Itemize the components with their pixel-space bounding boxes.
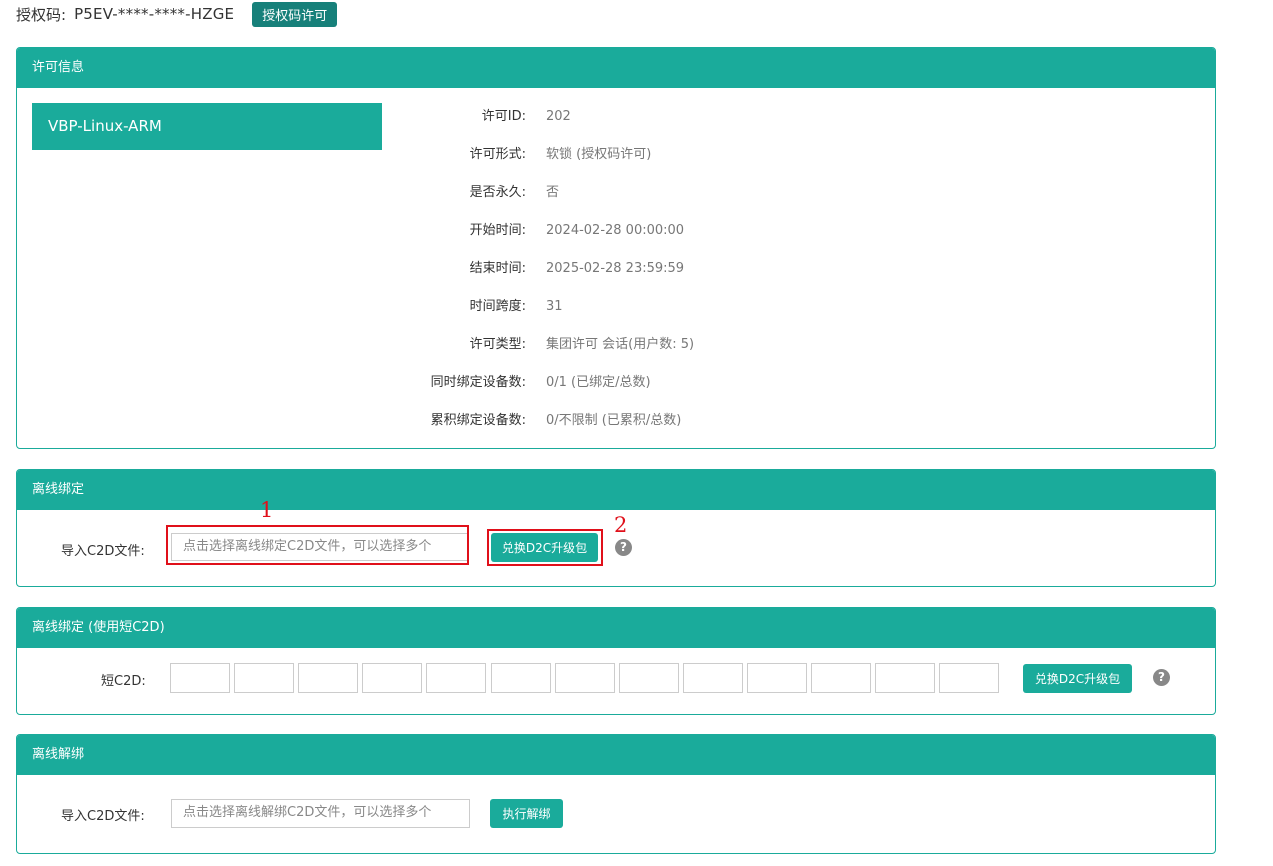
offline-unbind-file-input[interactable]: 点击选择离线解绑C2D文件，可以选择多个 xyxy=(171,799,470,828)
license-info-value: 2025-02-28 23:59:59 xyxy=(546,261,685,276)
license-info-key: 是否永久: xyxy=(469,185,526,200)
offline-bind-title: 离线绑定 xyxy=(17,470,1215,510)
execute-unbind-button[interactable]: 执行解绑 xyxy=(490,799,563,828)
license-code-value: P5EV-****-****-HZGE xyxy=(74,5,235,23)
annotation-box-file-input xyxy=(166,525,469,565)
short-c2d-segment-input[interactable] xyxy=(939,663,1000,693)
offline-bind-short-title: 离线绑定 (使用短C2D) xyxy=(17,608,1215,648)
license-info-key: 时间跨度: xyxy=(469,299,526,314)
license-info-key: 开始时间: xyxy=(469,223,526,238)
help-icon[interactable]: ? xyxy=(1153,669,1170,686)
license-info-key: 许可类型: xyxy=(469,337,526,352)
license-info-key: 同时绑定设备数: xyxy=(430,375,526,390)
short-c2d-segment-input[interactable] xyxy=(682,663,743,693)
annotation-number-1: 1 xyxy=(260,498,274,522)
license-info-key: 结束时间: xyxy=(469,261,526,276)
redeem-d2c-upgrade-short-button[interactable]: 兑换D2C升级包 xyxy=(1023,664,1132,693)
short-c2d-segment-input[interactable] xyxy=(362,663,423,693)
offline-bind-short-panel: 离线绑定 (使用短C2D) 短C2D: 兑换D2C升级包 ? xyxy=(16,607,1216,715)
license-code-label: 授权码: xyxy=(16,5,67,24)
license-info-value: 202 xyxy=(546,109,571,124)
license-info-value: 0/不限制 (已累积/总数) xyxy=(546,413,682,428)
short-c2d-segment-input[interactable] xyxy=(618,663,679,693)
short-c2d-segment-input[interactable] xyxy=(811,663,871,693)
license-info-value: 31 xyxy=(546,299,563,314)
short-c2d-segment-input[interactable] xyxy=(234,663,295,693)
license-info-value: 0/1 (已绑定/总数) xyxy=(546,375,651,390)
license-info-key: 许可形式: xyxy=(469,147,526,162)
license-info-value: 软锁 (授权码许可) xyxy=(546,147,652,162)
short-c2d-segment-input[interactable] xyxy=(490,663,551,693)
short-c2d-segment-input[interactable] xyxy=(298,663,359,693)
annotation-box-redeem-button xyxy=(487,529,603,566)
short-c2d-segment-input[interactable] xyxy=(554,663,615,693)
offline-unbind-title: 离线解绑 xyxy=(17,735,1215,775)
license-code-bar: 授权码: P5EV-****-****-HZGE 授权码许可 xyxy=(16,0,338,28)
short-c2d-label: 短C2D: xyxy=(101,674,146,689)
license-info-key: 许可ID: xyxy=(481,109,526,124)
offline-bind-file-label: 导入C2D文件: xyxy=(61,544,145,559)
license-info-key: 累积绑定设备数: xyxy=(430,413,526,428)
short-c2d-segment-input[interactable] xyxy=(170,663,230,693)
license-info-panel: 许可信息 VBP-Linux-ARM 许可ID: 202 许可形式: 软锁 (授权码许… xyxy=(16,47,1216,449)
short-c2d-segment-input[interactable] xyxy=(875,663,936,693)
license-info-value: 集团许可 会话(用户数: 5) xyxy=(546,337,695,352)
annotation-number-2: 2 xyxy=(614,513,628,537)
short-c2d-segment-input[interactable] xyxy=(426,663,487,693)
license-code-permit-button[interactable]: 授权码许可 xyxy=(252,1,338,27)
offline-unbind-panel: 离线解绑 导入C2D文件: 点击选择离线解绑C2D文件，可以选择多个 执行解绑 xyxy=(16,734,1216,854)
help-icon[interactable]: ? xyxy=(615,539,632,556)
license-info-title: 许可信息 xyxy=(17,48,1215,88)
offline-unbind-file-label: 导入C2D文件: xyxy=(61,809,145,824)
license-info-value: 否 xyxy=(546,185,560,200)
license-info-value: 2024-02-28 00:00:00 xyxy=(546,223,685,238)
short-c2d-segment-input[interactable] xyxy=(746,663,807,693)
